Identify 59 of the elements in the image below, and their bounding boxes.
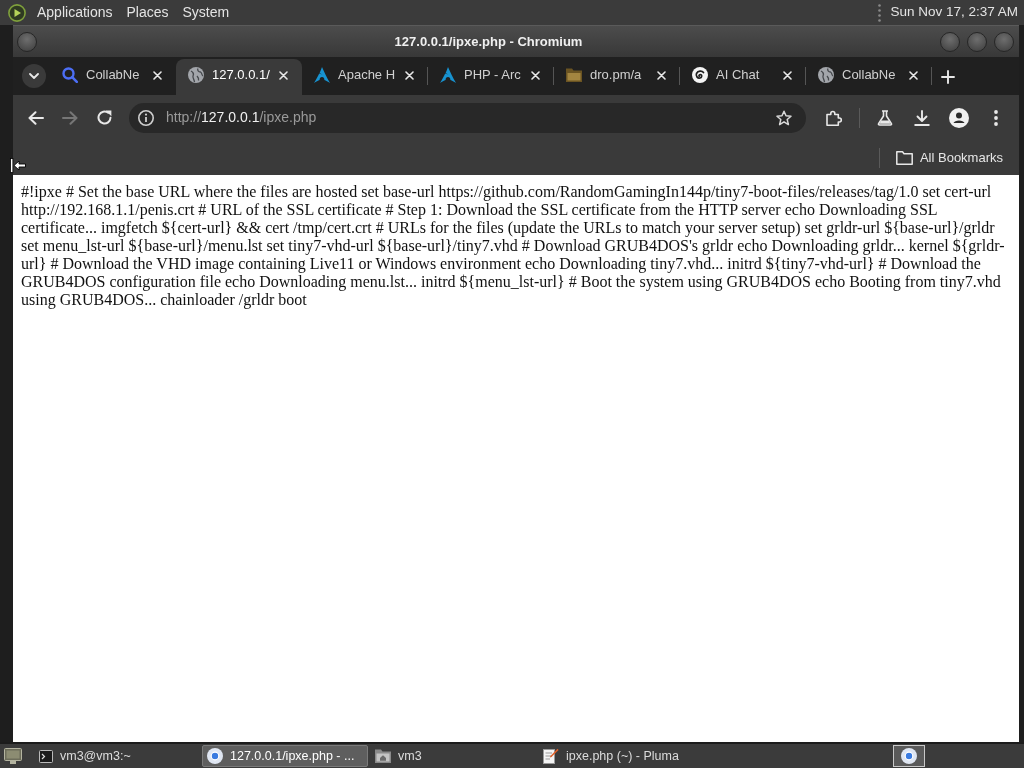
terminal-icon xyxy=(39,749,53,763)
panel-menu[interactable]: System xyxy=(175,1,237,24)
panel-menu[interactable]: Applications xyxy=(30,1,120,24)
puzzle-icon xyxy=(825,109,843,126)
taskbar-button[interactable]: vm3 xyxy=(370,745,536,767)
close-icon xyxy=(656,70,666,80)
bookmark-button[interactable] xyxy=(776,109,792,126)
window-title: 127.0.0.1/ipxe.php - Chromium xyxy=(393,32,584,51)
globe-icon xyxy=(188,67,204,83)
globe-icon xyxy=(818,67,834,83)
taskbar-button[interactable]: ipxe.php (~) - Pluma xyxy=(538,745,704,767)
taskbar-button[interactable]: vm3@vm3:~ xyxy=(34,745,200,767)
close-icon xyxy=(782,70,792,80)
page-text: #!ipxe # Set the base URL where the files are hosted set base-url https://github.com/RandomGamingIn144p/tiny7-boot-files/releases/tag/1.0 set cert-url http://192.168.1.1/penis.crt # URL of the SSL certificate # Step 1: Download the SSL certificate from the HTTP server echo Downloading SSL certificate... imgfetch ${cert-url} && cert /tmp/cert.crt # URLs for the files (update the URLs to match your server setup) set grldr-url ${base-url}/grldr set menu_lst-url ${base-url}/menu.lst set tiny7-vhd-url ${base-url}/tiny7.vhd # Download GRUB4DOS's grldr echo Downloading grldr... kernel ${grldr-url} # Download the VHD image containing Live11 or Windows environment echo Downloading tiny7.vhd... initrd ${tiny7-vhd-url} # Download the GRUB4DOS configuration file echo Downloading menu.lst... initrd ${menu_lst-url} # Boot the system using GRUB4DOS echo Booting from tiny7.vhd using GRUB4DOS... chainloader /grldr boot xyxy=(21,183,1006,309)
browser-icon xyxy=(901,748,917,764)
main-menu-button[interactable] xyxy=(8,3,26,22)
folder-icon xyxy=(375,749,391,763)
maximize-button[interactable] xyxy=(967,31,987,52)
flask-icon xyxy=(877,109,893,126)
cursor-icon xyxy=(10,158,26,173)
download-icon xyxy=(914,109,930,126)
notepad-pencil-icon xyxy=(543,748,559,764)
close-icon xyxy=(530,70,540,80)
close-icon xyxy=(278,70,288,80)
minimize-button[interactable] xyxy=(940,31,960,52)
desktop-icon xyxy=(4,748,22,764)
reload-icon xyxy=(96,110,112,125)
close-button[interactable] xyxy=(994,31,1014,52)
browser-tab[interactable]: 127.0.0.1/ xyxy=(176,59,302,95)
arrow-left-icon xyxy=(28,110,44,125)
close-icon xyxy=(404,70,414,80)
taskbar-button[interactable]: 127.0.0.1/ipxe.php - ... xyxy=(202,745,368,767)
search-icon xyxy=(62,67,78,83)
panel-menu[interactable]: Places xyxy=(119,1,176,24)
drag-handle-icon xyxy=(878,3,882,22)
triangle-logo-icon xyxy=(314,67,330,83)
more-menu-icon xyxy=(994,109,998,126)
info-icon[interactable] xyxy=(138,109,154,126)
chevron-down-icon xyxy=(29,73,39,79)
folder-icon xyxy=(895,150,913,165)
folder-icon xyxy=(566,68,582,82)
workspace-switcher[interactable] xyxy=(893,745,925,767)
window-menu-button[interactable] xyxy=(17,31,37,52)
address-field[interactable]: http://127.0.0.1/ipxe.php xyxy=(129,102,806,133)
triangle-logo-icon xyxy=(440,67,456,83)
show-desktop-button[interactable] xyxy=(2,745,24,767)
tab-list-button[interactable] xyxy=(22,64,46,88)
browser-icon xyxy=(207,748,223,764)
star-icon xyxy=(776,109,792,126)
close-icon xyxy=(152,70,162,80)
arrow-right-icon xyxy=(62,110,78,125)
all-bookmarks-button[interactable]: All Bookmarks xyxy=(887,144,1011,171)
play-logo-icon xyxy=(8,3,26,22)
avatar-icon xyxy=(949,107,969,128)
browser-tab[interactable]: CollabNe xyxy=(50,59,176,95)
plus-icon xyxy=(941,70,955,84)
clock: Sun Nov 17, 2:37 AM xyxy=(890,3,1018,22)
close-icon xyxy=(908,70,918,80)
swirl-logo-icon xyxy=(692,67,708,83)
